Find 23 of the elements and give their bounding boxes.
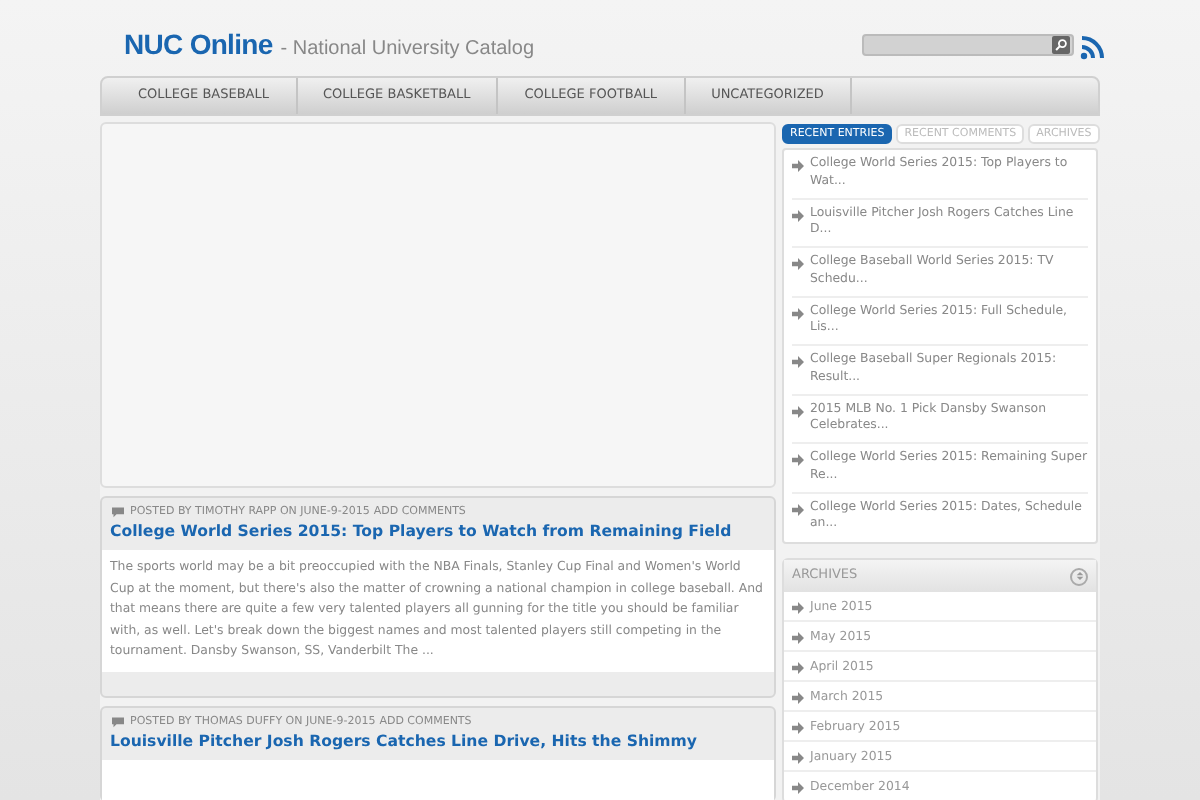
speech-bubble-icon (110, 715, 126, 728)
arrow-icon (792, 602, 804, 615)
rss-icon[interactable] (1080, 36, 1104, 60)
site-title[interactable]: NUC Online (124, 30, 273, 58)
arrow-icon (792, 356, 804, 369)
arrow-icon (792, 782, 804, 795)
arrow-icon (792, 209, 804, 222)
arrow-icon (792, 752, 804, 765)
arrow-icon (792, 307, 804, 320)
arrow-icon (792, 258, 804, 271)
up-down-arrows-icon (1075, 572, 1083, 581)
arrow-icon (792, 662, 804, 675)
arrow-icon (792, 503, 804, 516)
arrow-icon (792, 454, 804, 467)
search-field[interactable] (862, 34, 1074, 56)
arrow-icon (792, 632, 804, 645)
site-tagline: - National University Catalog (280, 40, 534, 60)
arrow-icon (792, 722, 804, 735)
arrow-icon (792, 405, 804, 418)
arrow-icon (792, 692, 804, 705)
search-button[interactable] (1052, 36, 1070, 54)
arrow-icon (792, 160, 804, 173)
speech-bubble-icon (110, 506, 126, 519)
